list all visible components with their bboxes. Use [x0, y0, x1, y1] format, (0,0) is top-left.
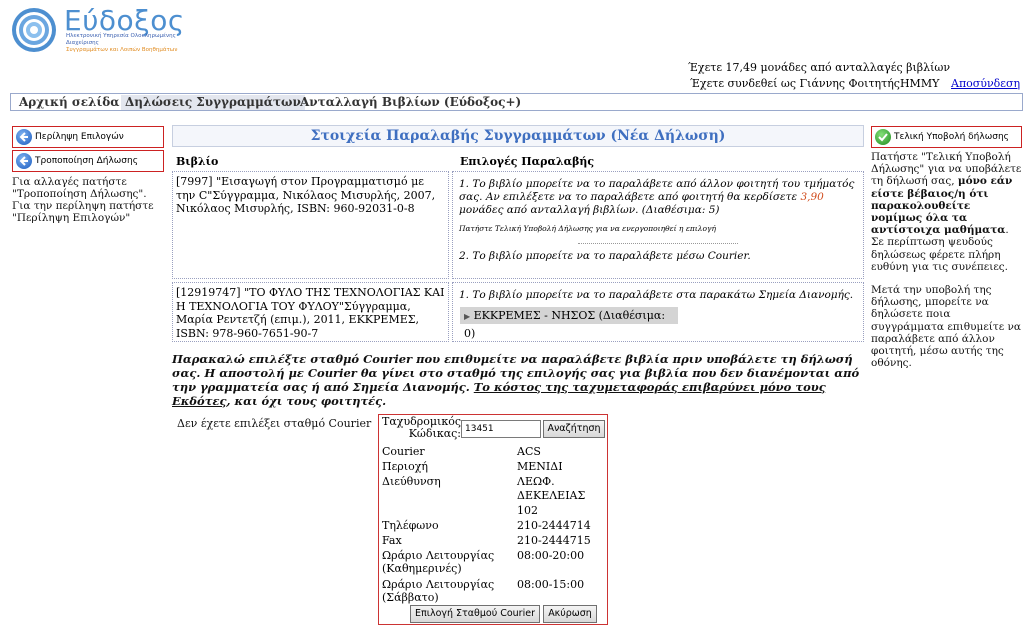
search-button[interactable]: Αναζήτηση	[543, 420, 605, 438]
courier-notice: Παρακαλώ επιλέξτε σταθμό Courier που επι…	[172, 352, 866, 408]
logout-link[interactable]: Αποσύνδεση	[951, 77, 1020, 90]
final-submit-button[interactable]: Τελική Υποβολή δήλωσης	[871, 126, 1022, 148]
left-help-text: Για αλλαγές πατήστε "Τροποποίηση Δήλωσης…	[12, 176, 154, 224]
courier-station-panel: Ταχυδρομικός Κώδικας: Αναζήτηση Courier …	[378, 414, 608, 625]
weekday-hours-label-line1: Ωράριο Λειτουργίας	[382, 549, 495, 562]
no-courier-selected-text: Δεν έχετε επιλέξει σταθμό Courier	[177, 417, 372, 430]
pickup-options-cell: 1. Το βιβλίο μπορείτε να το παραλάβετε α…	[452, 171, 864, 279]
summary-button[interactable]: Περίληψη Επιλογών	[12, 126, 164, 148]
right-help-part3: Μετά την υποβολή της δήλωσης, μπορείτε ν…	[871, 284, 1021, 370]
area-value: ΜΕΝΙΔΙ	[517, 460, 563, 473]
pickup-option-student: 1. Το βιβλίο μπορείτε να το παραλάβετε α…	[459, 178, 855, 203]
divider	[578, 243, 738, 244]
menu-item-exchange[interactable]: Ανταλλαγή Βιβλίων (Εύδοξος+)	[296, 95, 525, 110]
final-submit-button-label: Τελική Υποβολή δήλωσης	[894, 132, 1009, 142]
area-label: Περιοχή	[382, 460, 428, 473]
saturday-hours-value: 08:00-15:00	[517, 578, 585, 591]
address-label: Διεύθυνση	[382, 475, 441, 488]
modify-declaration-button-label: Τροποποίηση Δήλωσης	[35, 156, 138, 166]
select-courier-station-button[interactable]: Επιλογή Σταθμού Courier	[410, 605, 540, 623]
column-header-options: Επιλογές Παραλαβής	[460, 155, 595, 168]
menu-item-declarations[interactable]: Δηλώσεις Συγγραμμάτων	[121, 95, 305, 110]
summary-button-label: Περίληψη Επιλογών	[35, 132, 124, 142]
courier-value: ACS	[517, 445, 541, 458]
main-menu: Αρχική σελίδα Δηλώσεις Συγγραμμάτων Αντα…	[10, 93, 1023, 111]
modify-declaration-button[interactable]: Τροποποίηση Δήλωσης	[12, 150, 164, 172]
eudoxus-logo-icon	[12, 8, 56, 52]
courier-label: Courier	[382, 445, 425, 458]
checkmark-icon	[875, 129, 891, 145]
book-cell: [12919747] "ΤΟ ΦΥΛΟ ΤΗΣ ΤΕΧΝΟΛΟΓΙΑΣ ΚΑΙ …	[172, 282, 449, 342]
menu-item-home[interactable]: Αρχική σελίδα	[15, 95, 124, 110]
pickup-point-expander[interactable]: ▶ ΕΚΚΡΕΜΕΣ - ΝΗΣΟΣ (Διαθέσιμα: 0)	[460, 307, 678, 340]
pickup-option-student-tail: μονάδες από ανταλλαγή βιβλίων. (Διαθέσιμ…	[459, 204, 720, 216]
weekday-hours-value: 08:00-20:00	[517, 549, 585, 562]
phone-value: 210-2444714	[517, 519, 591, 532]
units-value: 3,90	[800, 191, 824, 203]
activation-note: Πατήστε Τελική Υποβολή Δήλωσης για να εν…	[459, 224, 716, 233]
weekday-hours-label: Ωράριο Λειτουργίας (Καθημερινές)	[382, 549, 494, 575]
saturday-hours-label-line2: (Σάββατο)	[382, 591, 439, 604]
logged-in-text: Έχετε συνδεθεί ως Γιάννης ΦοιτητήςΗΜΜΥ	[690, 77, 940, 90]
address-value-line1: ΛΕΩΦ.	[517, 475, 555, 488]
book-cell: [7997] "Εισαγωγή στον Προγραμματισμό με …	[172, 171, 449, 279]
fax-label: Fax	[382, 534, 402, 547]
pickup-option-courier: 2. Το βιβλίο μπορείτε να το παραλάβετε μ…	[459, 250, 751, 262]
back-arrow-icon	[16, 153, 32, 169]
address-value-line2: ΔΕΚΕΛΕΙΑΣ	[517, 489, 586, 502]
column-header-book: Βιβλίο	[176, 155, 219, 168]
logo-subtitle-line2: Συγγραμμάτων και Λοιπών Βοηθημάτων	[66, 47, 178, 53]
courier-notice-tail: , και όχι τους φοιτητές.	[226, 394, 387, 408]
fax-value: 210-2444715	[517, 534, 591, 547]
zip-code-input[interactable]	[461, 420, 541, 438]
address-value-line3: 102	[517, 504, 538, 517]
zip-label: Ταχυδρομικός Κώδικας:	[382, 415, 461, 440]
triangle-right-icon: ▶	[464, 312, 471, 321]
weekday-hours-label-line2: (Καθημερινές)	[382, 562, 462, 575]
saturday-hours-label-line1: Ωράριο Λειτουργίας	[382, 578, 495, 591]
back-arrow-icon	[16, 129, 32, 145]
logo-subtitle-line1: Ηλεκτρονική Υπηρεσία Ολοκληρωμένης Διαχε…	[66, 33, 176, 46]
phone-label: Τηλέφωνο	[382, 519, 439, 532]
right-help-text: Πατήστε "Τελική Υποβολή Δήλωσης" για να …	[871, 151, 1023, 369]
saturday-hours-label: Ωράριο Λειτουργίας (Σάββατο)	[382, 578, 494, 604]
logo-subtitle: Ηλεκτρονική Υπηρεσία Ολοκληρωμένης Διαχε…	[66, 33, 181, 54]
exchange-units-text: Έχετε 17,49 μονάδες από ανταλλαγές βιβλί…	[688, 61, 951, 74]
cancel-button[interactable]: Ακύρωση	[543, 605, 597, 623]
page-title: Στοιχεία Παραλαβής Συγγραμμάτων (Νέα Δήλ…	[172, 125, 864, 147]
pickup-option-distribution-points: 1. Το βιβλίο μπορείτε να το παραλάβετε σ…	[459, 289, 854, 301]
